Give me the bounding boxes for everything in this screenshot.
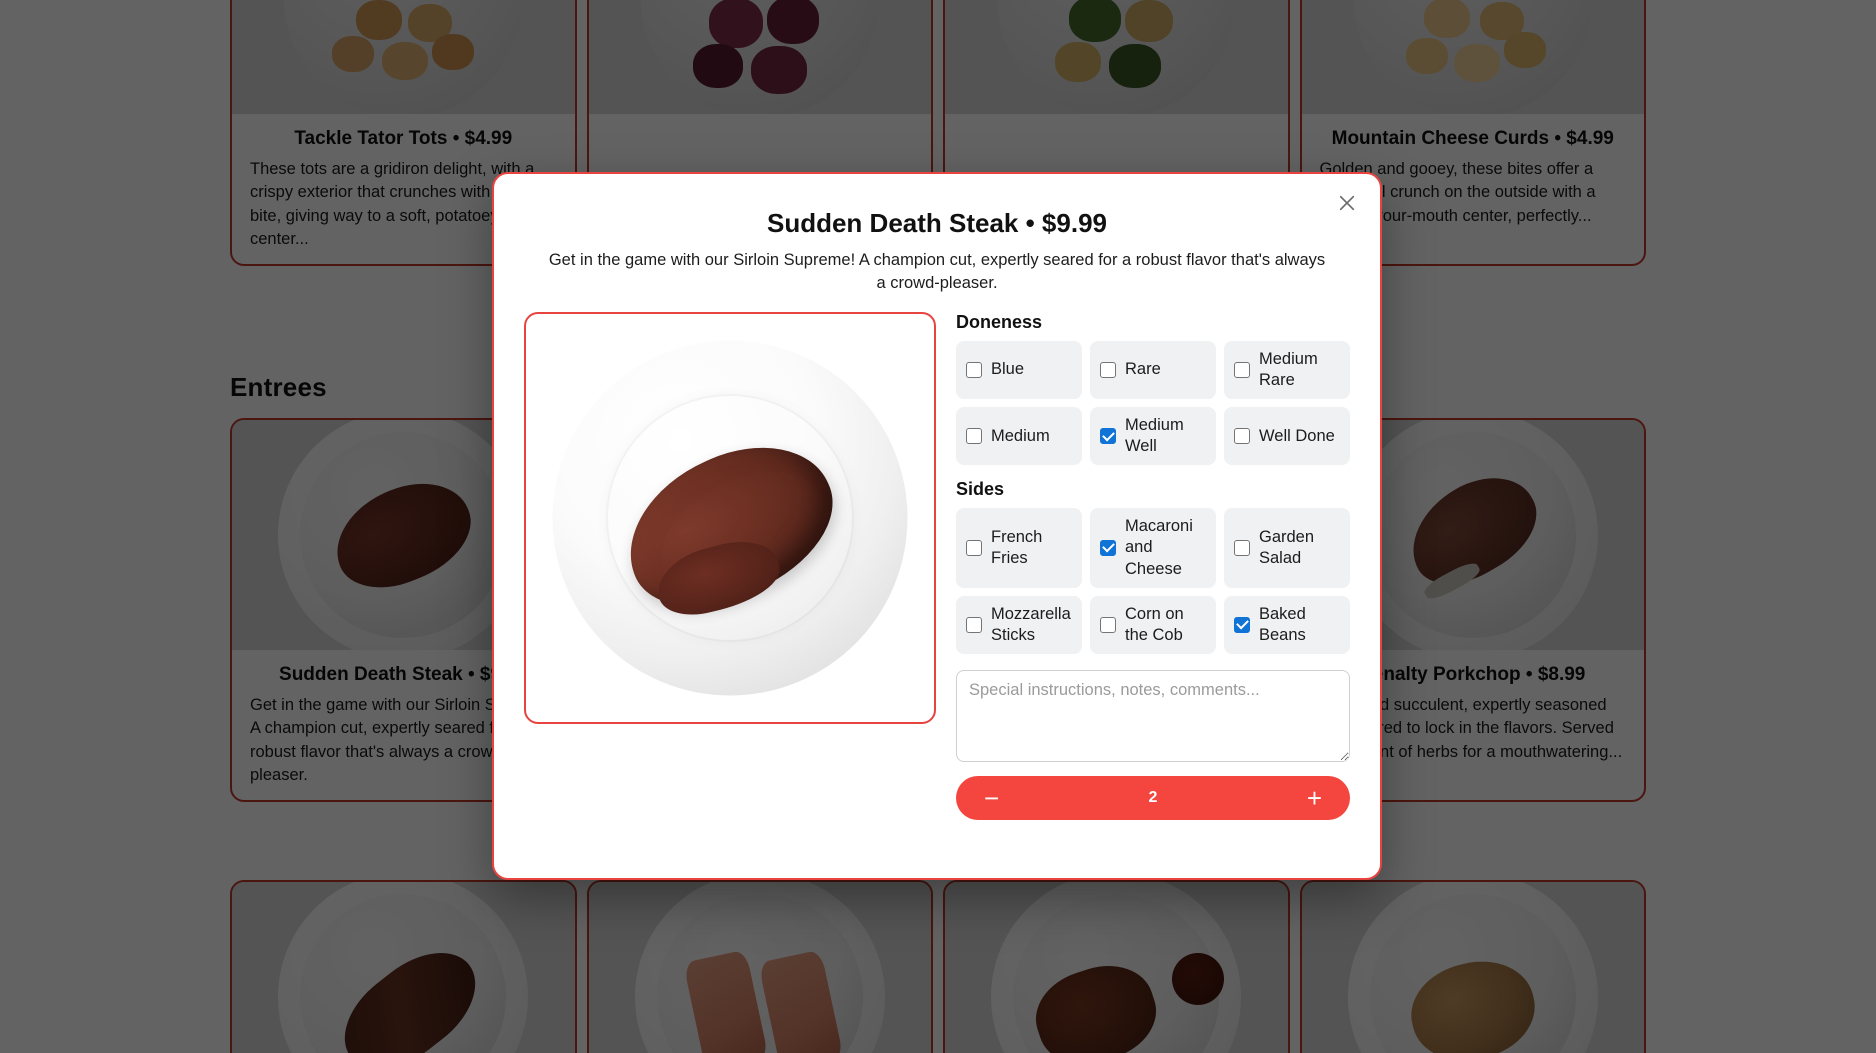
option-label: Garden Salad	[1259, 527, 1315, 567]
checkbox-icon[interactable]	[1100, 361, 1116, 378]
option-label: Macaroni and Cheese	[1125, 517, 1193, 578]
checkbox-icon[interactable]	[966, 539, 982, 556]
option-side-corn-on-the-cob[interactable]: Corn on the Cob	[1090, 595, 1216, 654]
option-side-mozzarella-sticks[interactable]: Mozzarella Sticks	[956, 595, 1082, 654]
option-group-title-doneness: Doneness	[956, 311, 1043, 332]
checkbox-icon[interactable]	[1234, 539, 1250, 556]
option-group-title-sides: Sides	[956, 479, 1005, 500]
checkbox-icon[interactable]	[966, 361, 982, 378]
option-grid-doneness: Blue Rare Medium Rare Medium Medium Well…	[956, 340, 1350, 466]
option-doneness-rare[interactable]: Rare	[1090, 340, 1216, 400]
page-root: Tackle Tator Tots • $4.99 These tots are…	[0, 0, 1876, 1053]
option-label: Mozzarella Sticks	[991, 604, 1071, 644]
option-label: French Fries	[991, 527, 1043, 567]
checkbox-icon[interactable]	[1100, 428, 1116, 445]
option-doneness-medium-well[interactable]: Medium Well	[1090, 407, 1216, 466]
checkbox-icon[interactable]	[1100, 616, 1116, 633]
option-doneness-well-done[interactable]: Well Done	[1224, 407, 1350, 466]
option-doneness-blue[interactable]: Blue	[956, 340, 1082, 400]
option-grid-sides: French Fries Macaroni and Cheese Garden …	[956, 508, 1350, 654]
option-doneness-medium[interactable]: Medium	[956, 407, 1082, 466]
option-side-garden-salad[interactable]: Garden Salad	[1224, 508, 1350, 588]
option-label: Baked Beans	[1259, 604, 1306, 644]
item-detail-modal: Sudden Death Steak • $9.99 Get in the ga…	[492, 172, 1382, 880]
item-image	[524, 311, 936, 724]
option-label: Well Done	[1259, 426, 1335, 445]
checkbox-icon[interactable]	[1234, 361, 1250, 378]
checkbox-icon[interactable]	[1234, 616, 1250, 633]
modal-description: Get in the game with our Sirloin Supreme…	[548, 251, 1326, 293]
checkbox-icon[interactable]	[966, 616, 982, 633]
option-label: Rare	[1125, 360, 1161, 379]
quantity-value: 2	[1148, 788, 1158, 806]
modal-title: Sudden Death Steak • $9.99	[766, 208, 1107, 238]
checkbox-icon[interactable]	[1234, 428, 1250, 445]
option-side-macaroni-and-cheese[interactable]: Macaroni and Cheese	[1090, 508, 1216, 588]
option-label: Medium Rare	[1259, 349, 1318, 389]
quantity-increment-button[interactable]: +	[1303, 785, 1326, 811]
special-instructions-input[interactable]	[956, 669, 1350, 762]
options-panel: Doneness Blue Rare Medium Rare Medium Me…	[956, 312, 1350, 854]
option-side-french-fries[interactable]: French Fries	[956, 508, 1082, 588]
option-label: Medium	[991, 426, 1050, 445]
close-icon[interactable]	[1332, 188, 1362, 218]
checkbox-icon[interactable]	[966, 428, 982, 445]
option-label: Corn on the Cob	[1125, 604, 1184, 644]
checkbox-icon[interactable]	[1100, 539, 1116, 556]
option-doneness-medium-rare[interactable]: Medium Rare	[1224, 340, 1350, 400]
quantity-decrement-button[interactable]: −	[980, 785, 1003, 811]
option-label: Blue	[991, 360, 1025, 379]
modal-body: Doneness Blue Rare Medium Rare Medium Me…	[524, 311, 1350, 854]
option-side-baked-beans[interactable]: Baked Beans	[1224, 595, 1350, 654]
option-label: Medium Well	[1125, 416, 1184, 456]
quantity-stepper: − 2 +	[956, 775, 1350, 820]
